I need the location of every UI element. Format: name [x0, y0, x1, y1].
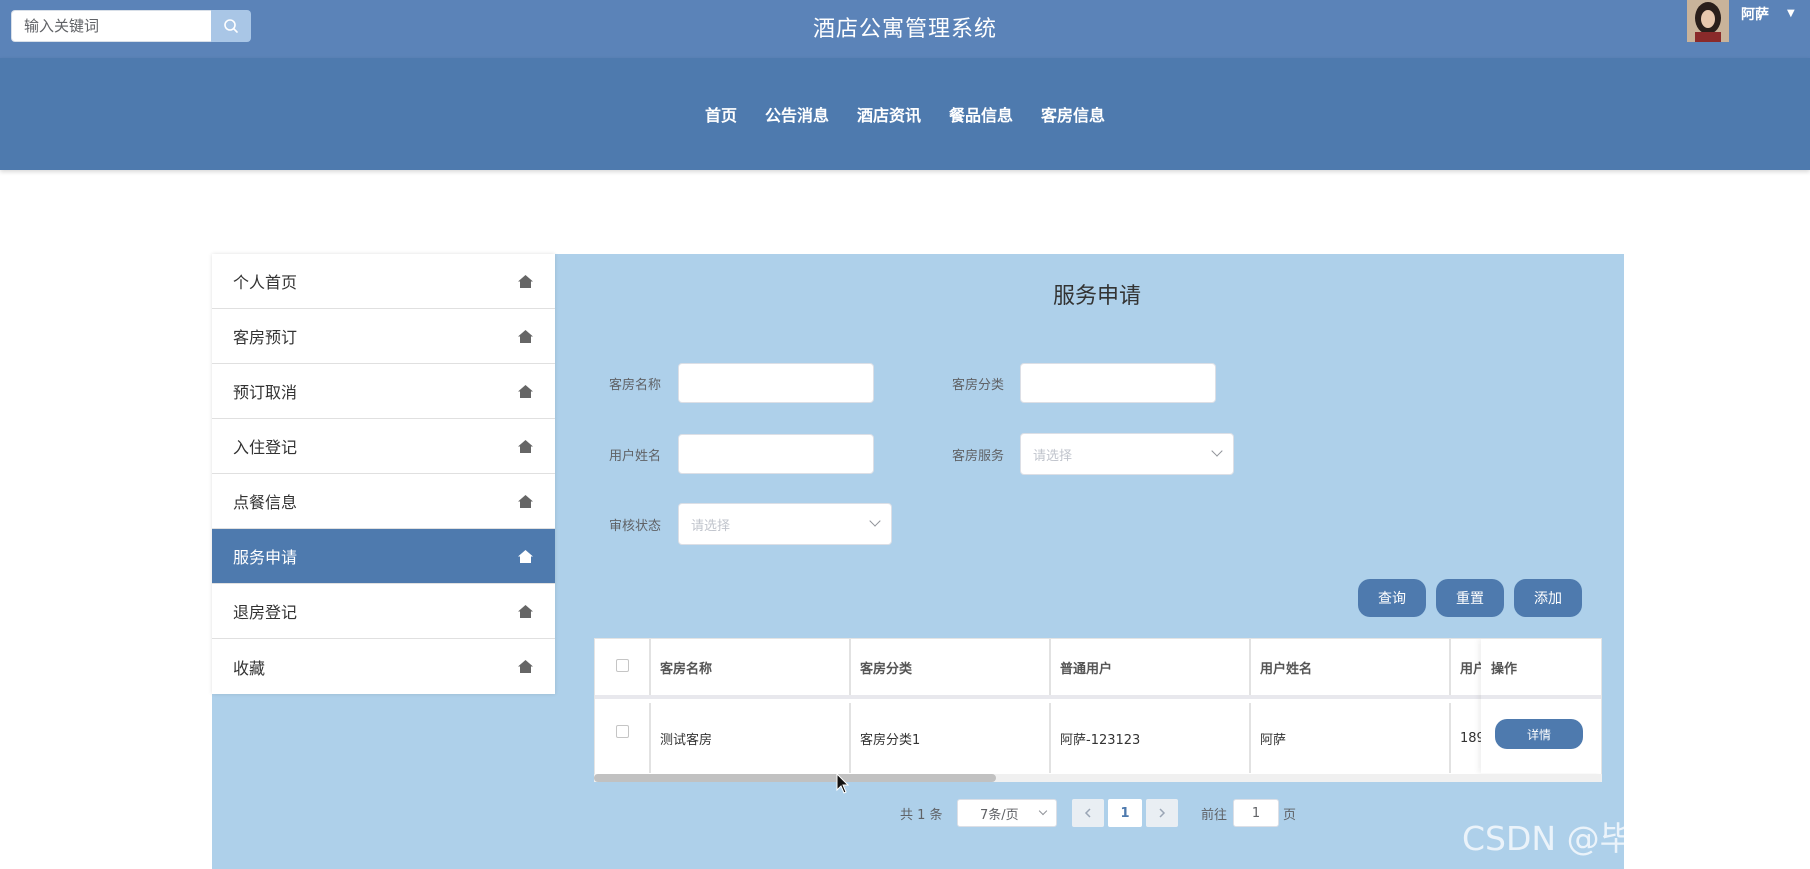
detail-button[interactable]: 详情	[1495, 719, 1583, 749]
sidebar-item-label: 预订取消	[233, 383, 298, 402]
caret-down-icon[interactable]: ▼	[1787, 8, 1795, 19]
cell-regular-user: 阿萨-123123	[1051, 703, 1251, 773]
row-checkbox[interactable]	[615, 725, 629, 738]
house-icon	[518, 384, 533, 398]
chevron-down-icon	[1211, 445, 1223, 457]
house-icon	[518, 604, 533, 618]
goto-prefix: 前往	[1201, 807, 1228, 823]
table-header-row: 客房名称 客房分类 普通用户 用户姓名 用户	[595, 639, 1601, 699]
avatar[interactable]	[1687, 0, 1729, 42]
nav-home[interactable]: 首页	[691, 102, 751, 126]
sidebar-item-check-in[interactable]: 入住登记	[212, 419, 555, 474]
user-name-label: 用户姓名	[609, 449, 662, 464]
sidebar-item-meal-orders[interactable]: 点餐信息	[212, 474, 555, 529]
chevron-left-icon	[1084, 808, 1091, 818]
user-menu[interactable]: 阿萨 ▼	[1687, 0, 1795, 42]
row-select-cell	[595, 703, 651, 773]
add-button[interactable]: 添加	[1514, 579, 1582, 617]
sidebar-item-label: 客房预订	[233, 328, 298, 347]
nav-hotel-news[interactable]: 酒店资讯	[843, 102, 935, 126]
page-size-select[interactable]: 7条/页	[957, 799, 1057, 827]
prev-page-button[interactable]	[1072, 799, 1104, 827]
sidebar-item-label: 入住登记	[233, 438, 298, 457]
sidebar-item-label: 退房登记	[233, 603, 298, 622]
site-title: 酒店公寓管理系统	[812, 17, 997, 42]
watermark: CSDN @毕业设计703	[1462, 819, 1795, 858]
header-regular-user[interactable]: 普通用户	[1051, 639, 1251, 695]
chevron-right-icon	[1159, 808, 1166, 818]
house-icon	[518, 549, 533, 563]
pagination-total: 共 1 条	[900, 807, 943, 823]
header-room-category[interactable]: 客房分类	[851, 639, 1051, 695]
query-button[interactable]: 查询	[1358, 579, 1426, 617]
header-user-name[interactable]: 用户姓名	[1251, 639, 1451, 695]
cell-user-name: 阿萨	[1251, 703, 1451, 773]
house-icon	[518, 439, 533, 453]
operations-column: 操作 详情	[1481, 639, 1601, 773]
select-all-checkbox[interactable]	[615, 659, 629, 672]
goto-suffix: 页	[1283, 807, 1297, 823]
table-row: 测试客房 客房分类1 阿萨-123123 阿萨 189	[595, 703, 1601, 773]
sidebar-item-label: 点餐信息	[233, 493, 298, 512]
sidebar-item-favorites[interactable]: 收藏	[212, 639, 555, 694]
data-table: 客房名称 客房分类 普通用户 用户姓名 用户 测试客房 客房分类1 阿萨-123…	[594, 638, 1602, 782]
sidebar-item-label: 收藏	[233, 658, 266, 678]
sidebar-item-service-request[interactable]: 服务申请	[212, 529, 555, 584]
sidebar-item-label: 服务申请	[233, 548, 298, 567]
user-name-input[interactable]	[678, 434, 874, 474]
sidebar-item-check-out[interactable]: 退房登记	[212, 584, 555, 639]
sidebar-item-label: 个人首页	[233, 273, 298, 292]
scrollbar-thumb[interactable]	[594, 774, 996, 782]
next-page-button[interactable]	[1146, 799, 1178, 827]
room-name-input[interactable]	[678, 363, 874, 403]
house-icon	[518, 274, 533, 288]
house-icon	[518, 494, 533, 508]
room-service-placeholder: 请选择	[1033, 448, 1073, 464]
reset-button[interactable]: 重置	[1436, 579, 1504, 617]
audit-status-placeholder: 请选择	[691, 518, 731, 534]
sidebar: 个人首页 客房预订 预订取消 入住登记 点餐信息 服务申请 退房登记 收藏	[212, 254, 555, 694]
chevron-down-icon	[869, 515, 881, 527]
room-service-label: 客房服务	[952, 449, 1005, 464]
house-icon	[518, 329, 533, 343]
page-title: 服务申请	[1053, 284, 1142, 309]
house-icon	[518, 660, 533, 673]
sidebar-item-room-booking[interactable]: 客房预订	[212, 309, 555, 364]
nav-meals[interactable]: 餐品信息	[935, 102, 1027, 126]
table-horizontal-scrollbar[interactable]	[594, 774, 1602, 782]
nav-announcements[interactable]: 公告消息	[751, 102, 843, 126]
nav-rooms[interactable]: 客房信息	[1027, 102, 1119, 126]
select-all-cell	[595, 639, 651, 695]
header-operations: 操作	[1481, 639, 1601, 699]
main-nav: 首页 公告消息 酒店资讯 餐品信息 客房信息	[0, 58, 1810, 170]
room-category-label: 客房分类	[952, 378, 1005, 393]
operations-cell: 详情	[1481, 699, 1601, 769]
sidebar-item-booking-cancel[interactable]: 预订取消	[212, 364, 555, 419]
sidebar-item-profile[interactable]: 个人首页	[212, 254, 555, 309]
mouse-cursor-icon	[836, 773, 850, 794]
top-bar: 酒店公寓管理系统 阿萨 ▼	[0, 0, 1810, 58]
room-category-input[interactable]	[1020, 363, 1216, 403]
goto-page-input[interactable]	[1233, 799, 1279, 827]
page-number-current[interactable]: 1	[1108, 799, 1142, 827]
chevron-down-icon	[1038, 806, 1048, 816]
cell-room-name: 测试客房	[651, 703, 851, 773]
header-room-name[interactable]: 客房名称	[651, 639, 851, 695]
room-name-label: 客房名称	[609, 378, 662, 393]
user-name[interactable]: 阿萨	[1741, 4, 1769, 24]
cell-room-category: 客房分类1	[851, 703, 1051, 773]
room-service-select[interactable]: 请选择	[1020, 433, 1234, 475]
audit-status-label: 审核状态	[609, 519, 662, 534]
page-size-value: 7条/页	[980, 807, 1019, 823]
audit-status-select[interactable]: 请选择	[678, 503, 892, 545]
